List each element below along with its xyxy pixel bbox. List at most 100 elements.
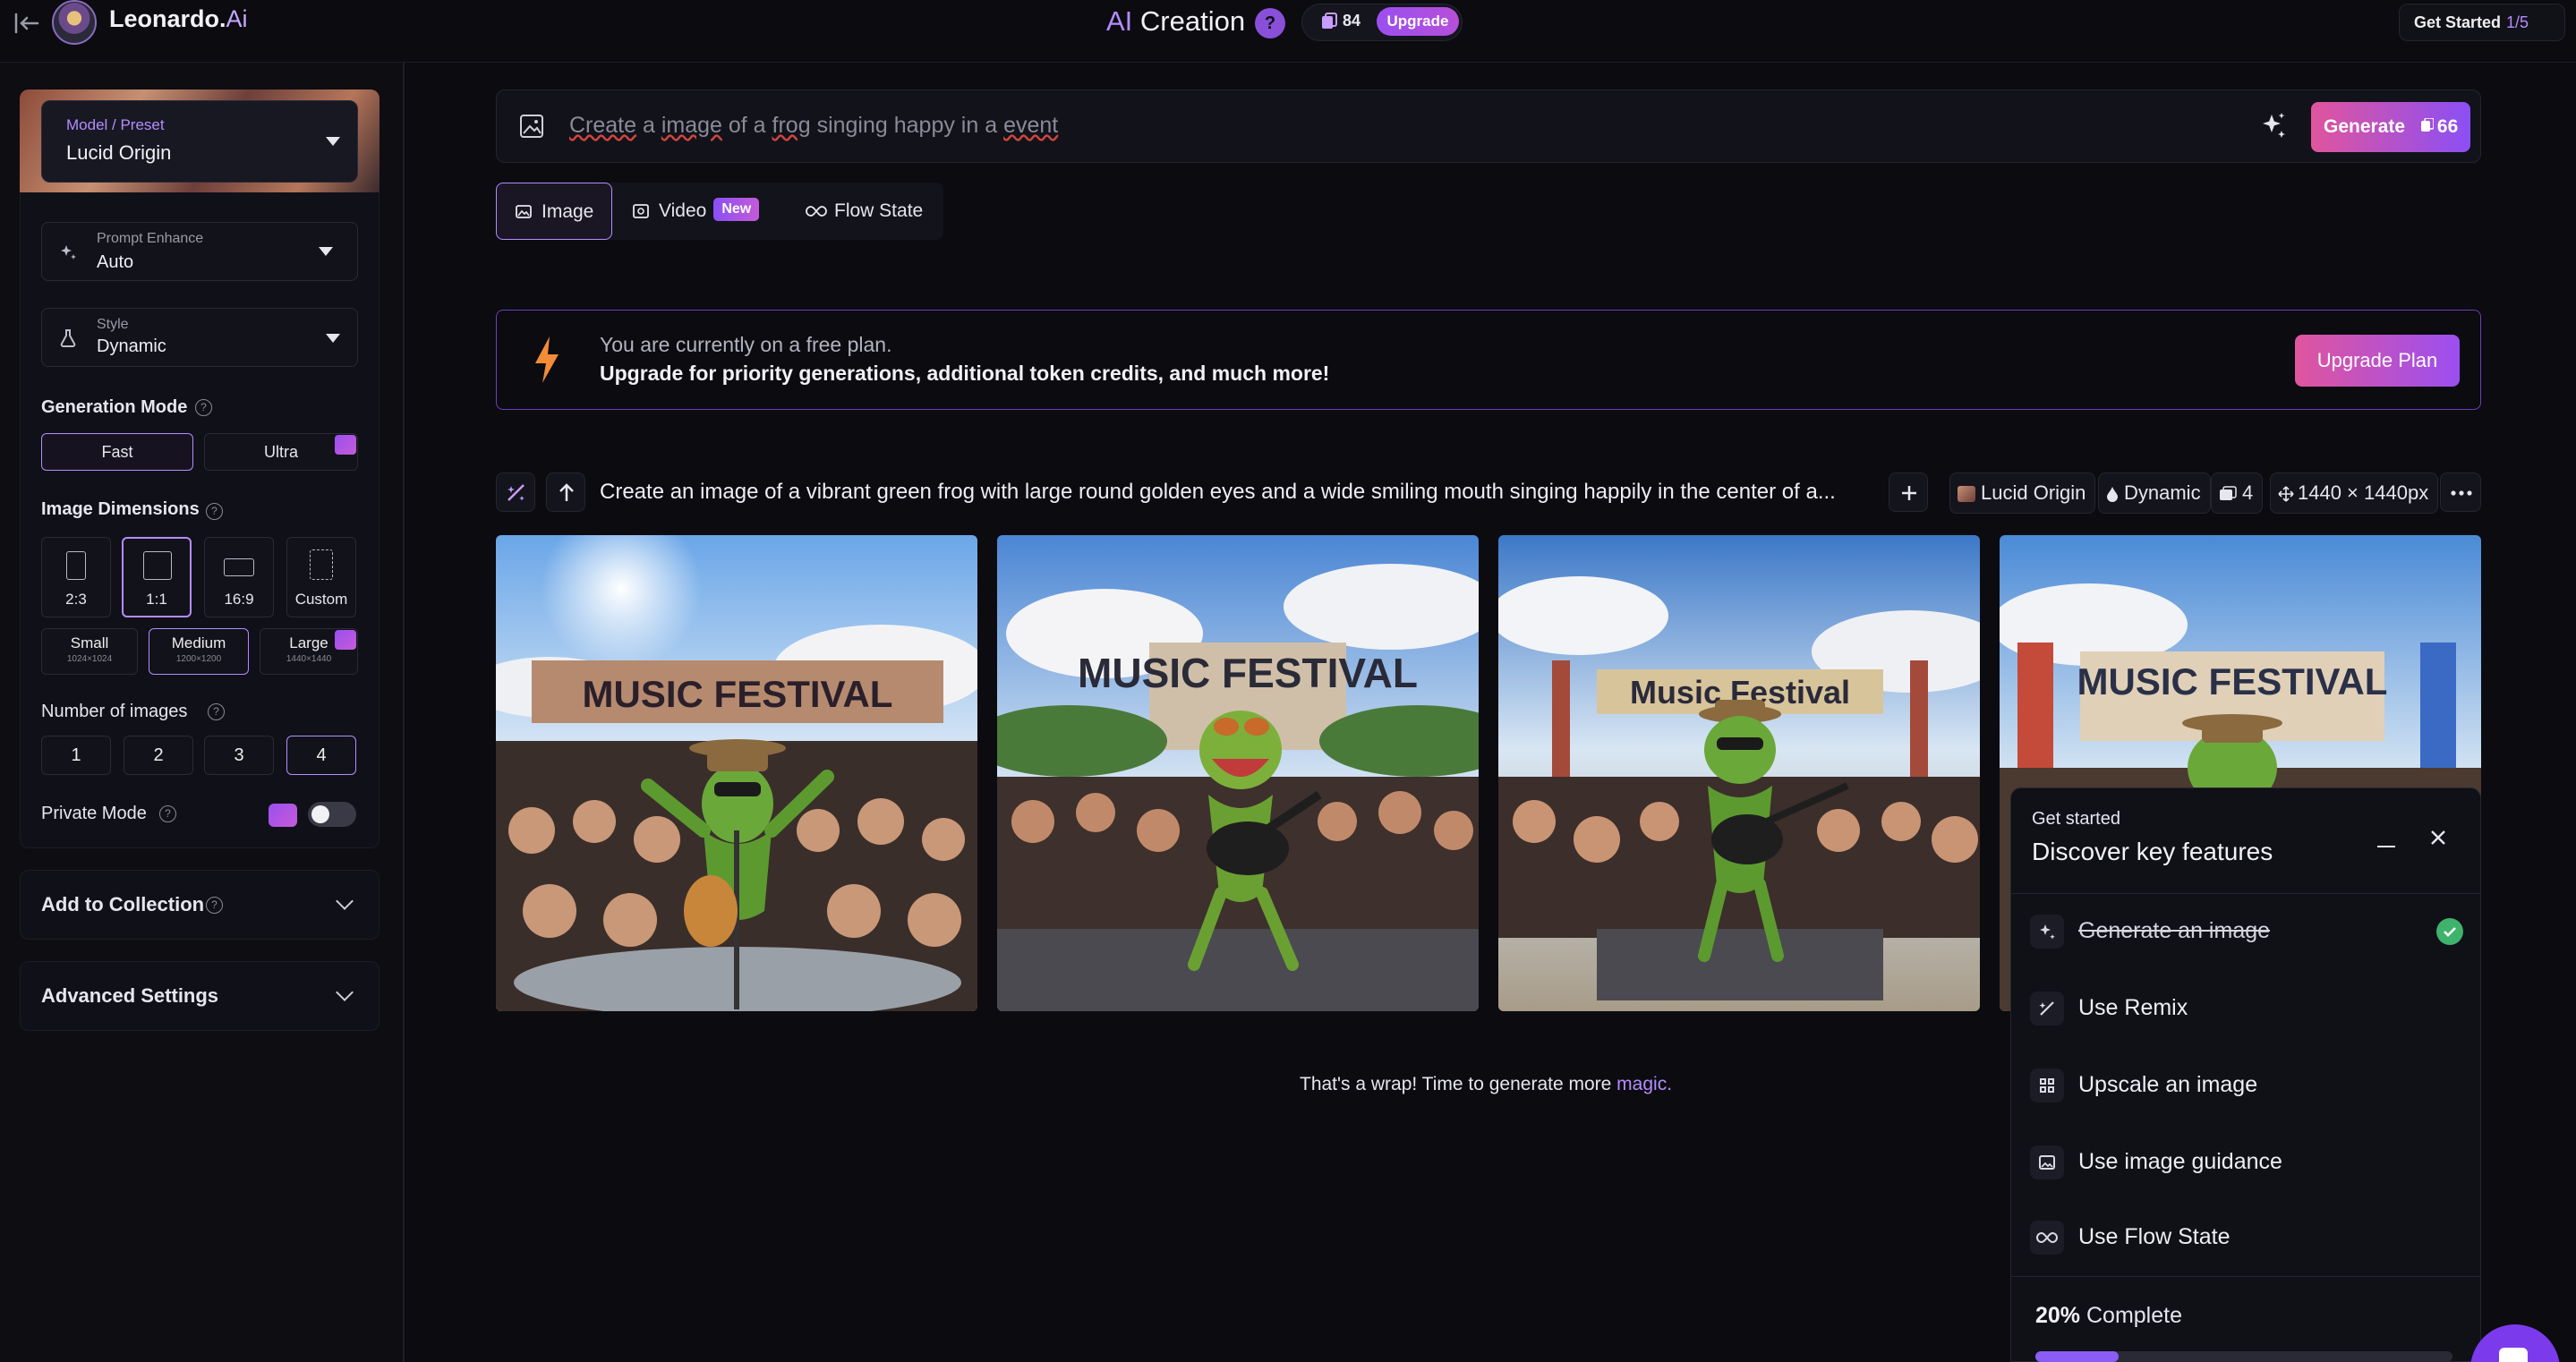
chevron-down-icon xyxy=(326,137,340,146)
count-chip[interactable]: 4 xyxy=(2211,472,2264,514)
image-icon xyxy=(515,203,534,221)
flask-icon xyxy=(57,328,79,349)
chat-support-button[interactable] xyxy=(2470,1324,2560,1362)
style-value: Dynamic xyxy=(97,336,166,356)
get-started-title: Discover key features xyxy=(2032,838,2273,865)
collapse-sidebar-icon[interactable] xyxy=(11,7,43,39)
image-dimensions-title: Image Dimensions xyxy=(41,499,200,519)
size-chip[interactable]: 1440 × 1440px xyxy=(2270,472,2439,514)
image-upload-icon[interactable] xyxy=(514,109,550,143)
image-count-4-button[interactable]: 4 xyxy=(286,736,356,775)
tab-image[interactable]: Image xyxy=(496,183,612,240)
upgrade-plan-button[interactable]: Upgrade Plan xyxy=(2295,335,2460,387)
size-small-button[interactable]: Small 1024×1024 xyxy=(41,628,138,675)
token-icon xyxy=(2420,118,2434,132)
brand-logo-text[interactable]: Leonardo.Ai xyxy=(109,5,248,33)
prompt-input[interactable]: Create a image of a frog singing happy i… xyxy=(569,113,1912,139)
minimize-icon[interactable] xyxy=(2377,846,2395,847)
magic-link[interactable]: magic. xyxy=(1616,1074,1672,1094)
upscale-icon xyxy=(2030,1068,2064,1102)
feature-use-remix[interactable]: Use Remix xyxy=(2078,995,2188,1021)
prompt-enhance-sparkle-icon[interactable] xyxy=(2252,104,2295,149)
prompt-enhance-label: Prompt Enhance xyxy=(97,231,204,246)
divider xyxy=(2010,893,2481,894)
infinity-icon xyxy=(2030,1221,2064,1255)
help-icon[interactable]: ? xyxy=(195,399,212,416)
check-icon xyxy=(2436,918,2463,945)
feature-image-guidance[interactable]: Use image guidance xyxy=(2078,1149,2282,1175)
remix-icon xyxy=(2030,992,2064,1026)
aspect-label: 1:1 xyxy=(146,591,167,608)
image-guidance-icon xyxy=(2030,1145,2064,1179)
feature-upscale-image[interactable]: Upscale an image xyxy=(2078,1072,2257,1098)
upgrade-button[interactable]: Upgrade xyxy=(1377,7,1459,36)
sparkle-icon xyxy=(2030,915,2064,949)
generate-button[interactable]: Generate 66 xyxy=(2311,102,2470,152)
size-name: Medium xyxy=(171,634,226,651)
model-chip[interactable]: Lucid Origin xyxy=(1949,472,2096,514)
top-bar xyxy=(0,0,2576,63)
premium-gem-icon xyxy=(335,630,356,650)
premium-gem-icon xyxy=(335,435,356,455)
close-icon[interactable] xyxy=(2427,827,2449,848)
move-arrows-icon xyxy=(2278,486,2294,502)
tab-video[interactable]: Video New xyxy=(632,183,775,240)
size-dims: 1200×1200 xyxy=(175,654,222,664)
free-plan-banner xyxy=(496,310,2481,410)
image-count-3-button[interactable]: 3 xyxy=(204,736,274,775)
feature-flow-state[interactable]: Use Flow State xyxy=(2078,1224,2231,1250)
size-dims: 1024×1024 xyxy=(66,654,113,664)
chevron-down-icon xyxy=(326,334,340,343)
banner-line-2: Upgrade for priority generations, additi… xyxy=(600,362,1330,385)
advanced-settings-label: Advanced Settings xyxy=(41,984,219,1007)
style-label: Style xyxy=(97,317,129,332)
end-of-results-text: That's a wrap! Time to generate more mag… xyxy=(1300,1074,1673,1094)
premium-gem-icon xyxy=(269,804,297,827)
square-shape-icon xyxy=(143,551,172,580)
image-count-1-button[interactable]: 1 xyxy=(41,736,111,775)
sparkle-icon xyxy=(57,242,79,263)
custom-shape-icon xyxy=(310,549,333,580)
generated-image-2[interactable]: MUSIC FESTIVAL xyxy=(997,535,1479,1011)
logo-avatar[interactable] xyxy=(52,0,97,45)
help-icon[interactable]: ? xyxy=(159,805,176,822)
landscape-shape-icon xyxy=(224,558,254,576)
remix-icon[interactable] xyxy=(496,472,535,512)
droplet-icon xyxy=(2106,486,2119,503)
size-dims: 1440×1440 xyxy=(286,654,332,664)
size-medium-button[interactable]: Medium 1200×1200 xyxy=(149,628,249,675)
image-banner-text: MUSIC FESTIVAL xyxy=(1078,650,1418,696)
prompt-enhance-value: Auto xyxy=(97,252,134,272)
token-icon xyxy=(1321,13,1337,30)
reuse-prompt-icon[interactable] xyxy=(546,472,585,512)
help-icon[interactable]: ? xyxy=(206,897,223,914)
aspect-label: Custom xyxy=(294,591,348,608)
get-started-button[interactable]: Get Started 1/5 xyxy=(2399,4,2565,41)
progress-label: 20% Complete xyxy=(2035,1303,2182,1328)
style-select[interactable] xyxy=(41,308,358,367)
divider xyxy=(2010,1276,2481,1277)
aspect-label: 16:9 xyxy=(224,591,254,608)
generated-image-1[interactable]: MUSIC FESTIVAL xyxy=(496,535,977,1011)
help-button[interactable]: ? xyxy=(1255,8,1285,38)
chat-icon xyxy=(2499,1348,2528,1362)
model-preset-value: Lucid Origin xyxy=(66,141,172,164)
generated-image-3[interactable]: Music Festival xyxy=(1498,535,1980,1011)
help-icon[interactable]: ? xyxy=(206,503,223,520)
banner-line-1: You are currently on a free plan. xyxy=(600,333,892,356)
tab-flow-state[interactable]: Flow State xyxy=(806,183,940,240)
help-icon[interactable]: ? xyxy=(208,703,225,720)
generation-prompt-text: Create an image of a vibrant green frog … xyxy=(600,480,1836,504)
plus-icon[interactable] xyxy=(1889,472,1928,512)
feature-generate-image[interactable]: Generate an image xyxy=(2078,918,2270,944)
image-count-2-button[interactable]: 2 xyxy=(124,736,193,775)
more-options-icon[interactable] xyxy=(2440,472,2481,512)
portrait-shape-icon xyxy=(66,551,86,580)
model-thumbnail-icon xyxy=(1958,486,1975,503)
infinity-icon xyxy=(806,205,827,217)
style-chip[interactable]: Dynamic xyxy=(2098,472,2211,514)
image-banner-text: MUSIC FESTIVAL xyxy=(2077,660,2388,702)
lightning-icon xyxy=(530,335,564,385)
generation-mode-title: Generation Mode xyxy=(41,397,188,417)
mode-fast-button[interactable]: Fast xyxy=(41,433,193,471)
